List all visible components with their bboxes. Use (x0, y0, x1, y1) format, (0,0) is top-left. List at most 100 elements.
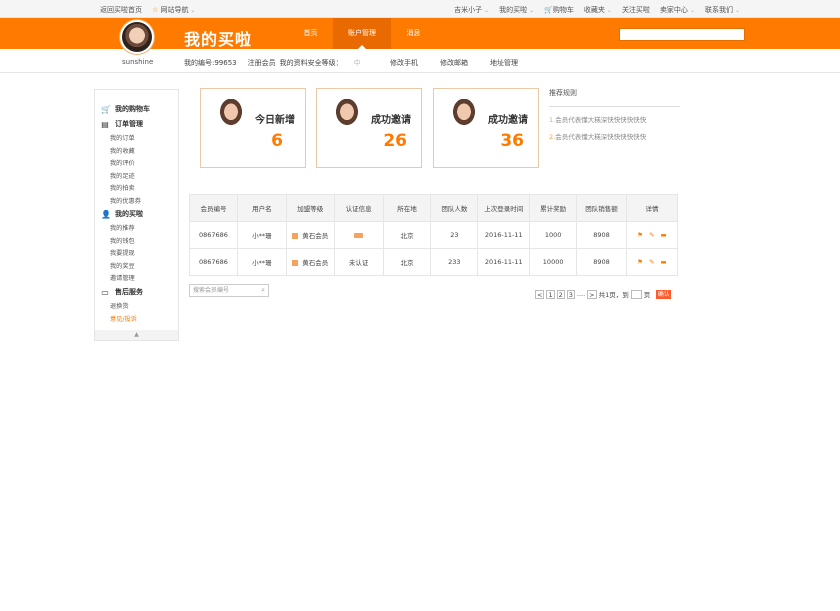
level-icon (292, 260, 299, 266)
level-icon (292, 233, 299, 239)
col-cert: 认证信息 (333, 194, 384, 222)
sidebar-collapse-button[interactable]: ▲ (95, 330, 178, 340)
cell-username: 小**珊 (236, 248, 287, 276)
level-text: 黄石会员 (302, 232, 329, 240)
search-icon[interactable]: ⌕ (261, 285, 265, 296)
col-details: 详情 (625, 194, 679, 222)
stat-value: 6 (271, 131, 283, 151)
page-3[interactable]: 3 (566, 289, 575, 299)
col-sales: 团队销售额 (576, 194, 627, 222)
cart-icon: 🛒 (544, 6, 553, 14)
table-row: 0867686 小**珊 黄石会员 未认证 北京 233 2016-11-11 … (189, 248, 679, 276)
stat-card-today-new: 今日新增 6 (200, 88, 306, 168)
next-page-button[interactable]: > (587, 289, 597, 299)
contact-link[interactable]: 联系我们 ⌄ (705, 5, 740, 15)
search-input[interactable] (619, 28, 745, 41)
sidebar-tab (94, 89, 179, 95)
nav-home[interactable]: 首页 (288, 18, 333, 49)
stat-value: 26 (383, 131, 407, 151)
card-icon: ▭ (101, 287, 109, 297)
user-icon: 👤 (101, 209, 111, 219)
member-search-placeholder: 搜索会员编号 (193, 287, 230, 294)
stat-card-success-invites-2: 成功邀请 36 (433, 88, 539, 168)
referral-rules: 推荐规则 1.会员代表懂大糕深快快快快快快 2.会员代表懂大糕深快快快快快快 (549, 88, 680, 141)
page-title: 我的买啦 (184, 30, 253, 49)
cell-team-size: 233 (430, 248, 479, 276)
pagination: < 1 2 3.... > 共1页，到 页 确认 (535, 289, 672, 299)
page-confirm-button[interactable]: 确认 (656, 289, 672, 299)
message-icon[interactable]: ▬ (661, 258, 667, 266)
cell-team-size: 23 (430, 221, 479, 249)
cart-label: 购物车 (552, 6, 574, 14)
table-header-row: 会员编号 用户名 加盟等级 认证信息 所在地 团队人数 上次登录时间 累计奖励 … (189, 194, 679, 222)
sidebar-item-footprints[interactable]: 我的足迹 (110, 171, 135, 180)
nav-messages[interactable]: 消息 (391, 18, 436, 49)
address-manage-link[interactable]: 地址管理 (490, 58, 518, 68)
my-mall-label: 我的买啦 (499, 6, 528, 14)
edit-icon[interactable]: ✎ (649, 258, 654, 266)
page-2[interactable]: 2 (556, 289, 565, 299)
sidebar-item-reviews[interactable]: 我的评价 (110, 158, 135, 167)
seller-center-link[interactable]: 卖家中心 ⌄ (660, 5, 695, 15)
main-nav: 首页 账户管理 消息 (288, 18, 436, 49)
sidebar-item-beans[interactable]: 我的奖豆 (110, 261, 135, 270)
col-username: 用户名 (236, 194, 287, 222)
sidebar-item-referrals[interactable]: 我的推荐 (110, 223, 135, 232)
rule-item: 1.会员代表懂大糕深快快快快快快 (549, 114, 680, 124)
rule-text: 会员代表懂大糕深快快快快快快 (555, 116, 647, 124)
avatar[interactable] (120, 20, 154, 54)
home-link[interactable]: 返回买啦首页 (100, 5, 142, 15)
edit-icon[interactable]: ✎ (649, 231, 654, 239)
col-location: 所在地 (382, 194, 432, 222)
flag-icon[interactable]: ⚑ (637, 258, 643, 266)
edit-phone-link[interactable]: 修改手机 (390, 58, 418, 68)
sidebar-item-auctions[interactable]: 我的拍卖 (110, 183, 135, 192)
col-reward: 累计奖励 (529, 194, 578, 222)
favorites-link[interactable]: 收藏夹 ⌄ (584, 5, 612, 15)
nav-account[interactable]: 账户管理 (333, 18, 391, 49)
sidebar: 🛒 我的购物车 ▤ 订单管理 我的订单 我的收藏 我的评价 我的足迹 我的拍卖 我的… (94, 89, 179, 341)
sidebar-item-invites[interactable]: 邀请管理 (110, 273, 135, 282)
sidebar-group-aftersales[interactable]: ▭ 售后服务 (101, 287, 143, 297)
cell-sales: 8908 (576, 221, 627, 249)
sidebar-group-my-mall[interactable]: 👤 我的买啦 (101, 209, 143, 219)
page-jump-input[interactable] (630, 289, 642, 299)
avatar-image (331, 99, 363, 131)
edit-email-link[interactable]: 修改邮箱 (440, 58, 468, 68)
sidebar-item-withdraw[interactable]: 我要提现 (110, 248, 135, 257)
sidebar-group-cart[interactable]: 🛒 我的购物车 (101, 104, 150, 114)
sidebar-item-returns[interactable]: 退换货 (110, 301, 129, 310)
register-member-link[interactable]: 注册会员 (248, 58, 276, 68)
avatar (215, 99, 247, 131)
sidebar-group-orders[interactable]: ▤ 订单管理 (101, 119, 143, 129)
sidebar-group-label: 订单管理 (115, 120, 143, 128)
prev-page-button[interactable]: < (535, 289, 545, 299)
cell-last-login: 2016-11-11 (477, 221, 531, 249)
avatar (448, 99, 480, 131)
user-link[interactable]: 吉米小子 ⌄ (454, 5, 489, 15)
cart-link[interactable]: 🛒购物车 (544, 5, 574, 15)
cell-location: 北京 (382, 248, 432, 276)
site-nav-link[interactable]: ☆ 网站导航 ⌄ (152, 5, 196, 15)
my-mall-link[interactable]: 我的买啦 ⌄ (499, 5, 534, 15)
sidebar-item-feedback[interactable]: 意见/投诉 (110, 314, 137, 323)
security-label: 安全等级： (307, 59, 343, 67)
page-1[interactable]: 1 (546, 289, 555, 299)
stat-value: 36 (500, 131, 524, 151)
my-info-link[interactable]: 我的资料 (280, 58, 308, 68)
rules-title: 推荐规则 (549, 88, 680, 107)
cell-username: 小**珊 (236, 221, 287, 249)
sidebar-item-coupons[interactable]: 我的优惠券 (110, 196, 141, 205)
member-id: 我的编号:99653 (184, 59, 237, 67)
chevron-down-icon: ⌄ (606, 7, 612, 14)
avatar (331, 99, 363, 131)
follow-link[interactable]: 关注买啦 (622, 5, 650, 15)
sidebar-item-favorites[interactable]: 我的收藏 (110, 146, 135, 155)
col-last-login: 上次登录时间 (477, 194, 531, 222)
member-search-field[interactable]: 搜索会员编号 ⌕ (189, 284, 269, 297)
sidebar-item-wallet[interactable]: 我的钱包 (110, 236, 135, 245)
sidebar-item-my-orders[interactable]: 我的订单 (110, 133, 135, 142)
document-icon: ▤ (101, 119, 109, 129)
message-icon[interactable]: ▬ (661, 231, 667, 239)
flag-icon[interactable]: ⚑ (637, 231, 643, 239)
